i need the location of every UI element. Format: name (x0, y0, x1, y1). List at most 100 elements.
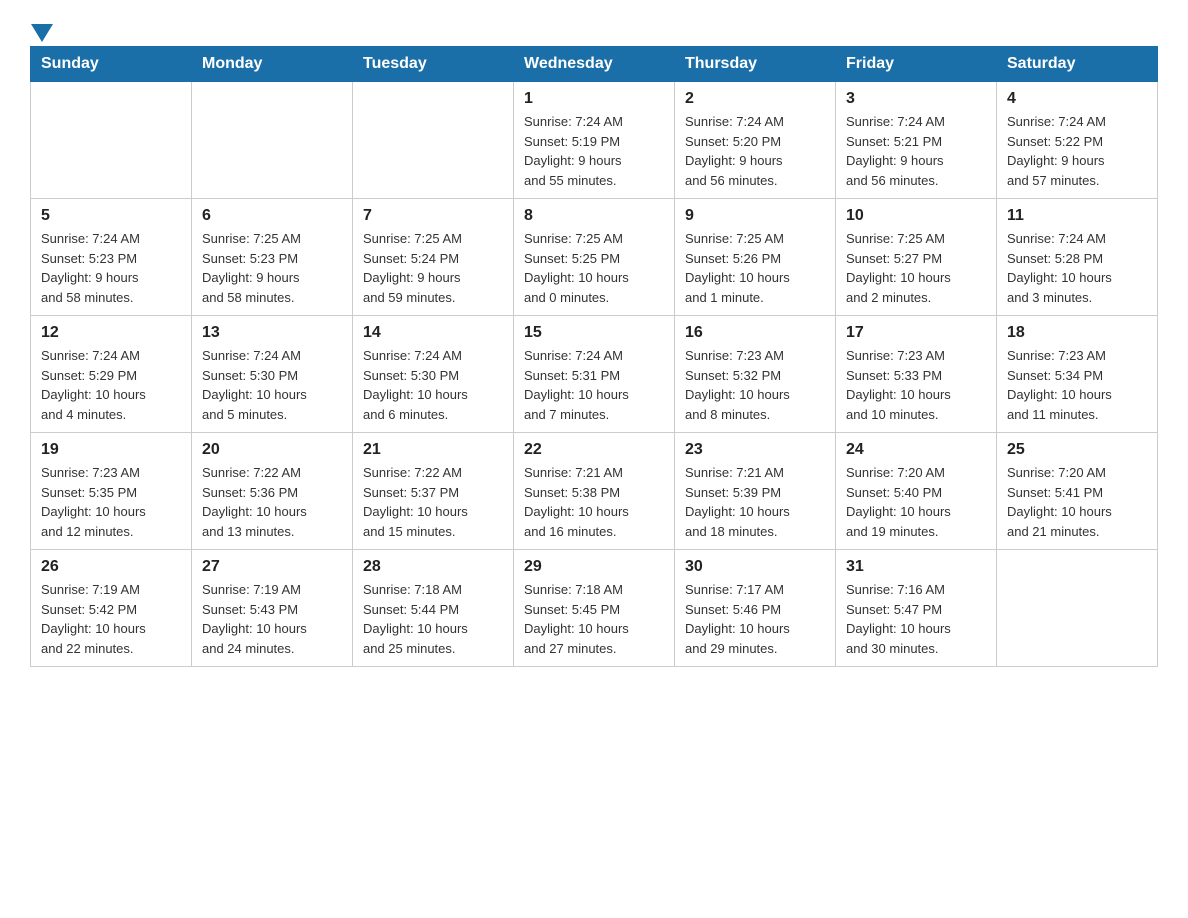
day-info: Sunrise: 7:25 AM Sunset: 5:27 PM Dayligh… (846, 229, 986, 307)
calendar-cell: 26 Sunrise: 7:19 AM Sunset: 5:42 PM Dayli… (31, 550, 192, 667)
day-info: Sunrise: 7:24 AM Sunset: 5:20 PM Dayligh… (685, 112, 825, 190)
week-row-2: 5 Sunrise: 7:24 AM Sunset: 5:23 PM Daylig… (31, 199, 1158, 316)
day-number: 5 (41, 207, 181, 225)
day-number: 31 (846, 558, 986, 576)
calendar-cell: 20 Sunrise: 7:22 AM Sunset: 5:36 PM Dayli… (192, 433, 353, 550)
day-number: 17 (846, 324, 986, 342)
day-info: Sunrise: 7:23 AM Sunset: 5:33 PM Dayligh… (846, 346, 986, 424)
day-number: 7 (363, 207, 503, 225)
day-info: Sunrise: 7:24 AM Sunset: 5:23 PM Dayligh… (41, 229, 181, 307)
day-number: 21 (363, 441, 503, 459)
day-number: 8 (524, 207, 664, 225)
logo (30, 20, 53, 36)
day-number: 6 (202, 207, 342, 225)
day-number: 28 (363, 558, 503, 576)
day-info: Sunrise: 7:24 AM Sunset: 5:22 PM Dayligh… (1007, 112, 1147, 190)
weekday-header-tuesday: Tuesday (353, 47, 514, 82)
day-info: Sunrise: 7:16 AM Sunset: 5:47 PM Dayligh… (846, 580, 986, 658)
week-row-3: 12 Sunrise: 7:24 AM Sunset: 5:29 PM Dayli… (31, 316, 1158, 433)
day-info: Sunrise: 7:25 AM Sunset: 5:24 PM Dayligh… (363, 229, 503, 307)
day-info: Sunrise: 7:24 AM Sunset: 5:30 PM Dayligh… (202, 346, 342, 424)
calendar-cell: 10 Sunrise: 7:25 AM Sunset: 5:27 PM Dayli… (836, 199, 997, 316)
day-info: Sunrise: 7:24 AM Sunset: 5:28 PM Dayligh… (1007, 229, 1147, 307)
calendar-cell: 30 Sunrise: 7:17 AM Sunset: 5:46 PM Dayli… (675, 550, 836, 667)
calendar-cell: 4 Sunrise: 7:24 AM Sunset: 5:22 PM Daylig… (997, 82, 1158, 199)
day-number: 15 (524, 324, 664, 342)
day-info: Sunrise: 7:22 AM Sunset: 5:36 PM Dayligh… (202, 463, 342, 541)
day-number: 10 (846, 207, 986, 225)
day-number: 13 (202, 324, 342, 342)
day-number: 22 (524, 441, 664, 459)
day-number: 4 (1007, 90, 1147, 108)
day-info: Sunrise: 7:19 AM Sunset: 5:43 PM Dayligh… (202, 580, 342, 658)
day-info: Sunrise: 7:18 AM Sunset: 5:45 PM Dayligh… (524, 580, 664, 658)
day-number: 18 (1007, 324, 1147, 342)
weekday-header-thursday: Thursday (675, 47, 836, 82)
calendar-cell: 29Sunrise: 7:18 AM Sunset: 5:45 PM Dayli… (514, 550, 675, 667)
calendar-cell: 18 Sunrise: 7:23 AM Sunset: 5:34 PM Dayli… (997, 316, 1158, 433)
day-info: Sunrise: 7:22 AM Sunset: 5:37 PM Dayligh… (363, 463, 503, 541)
day-info: Sunrise: 7:24 AM Sunset: 5:29 PM Dayligh… (41, 346, 181, 424)
day-number: 12 (41, 324, 181, 342)
day-info: Sunrise: 7:19 AM Sunset: 5:42 PM Dayligh… (41, 580, 181, 658)
calendar-cell: 9Sunrise: 7:25 AM Sunset: 5:26 PM Daylig… (675, 199, 836, 316)
calendar-cell: 2 Sunrise: 7:24 AM Sunset: 5:20 PM Daylig… (675, 82, 836, 199)
day-number: 23 (685, 441, 825, 459)
calendar-cell: 5 Sunrise: 7:24 AM Sunset: 5:23 PM Daylig… (31, 199, 192, 316)
calendar-cell: 13 Sunrise: 7:24 AM Sunset: 5:30 PM Dayli… (192, 316, 353, 433)
day-number: 14 (363, 324, 503, 342)
day-info: Sunrise: 7:23 AM Sunset: 5:34 PM Dayligh… (1007, 346, 1147, 424)
day-info: Sunrise: 7:18 AM Sunset: 5:44 PM Dayligh… (363, 580, 503, 658)
calendar-cell: 16 Sunrise: 7:23 AM Sunset: 5:32 PM Dayli… (675, 316, 836, 433)
calendar-cell: 27 Sunrise: 7:19 AM Sunset: 5:43 PM Dayli… (192, 550, 353, 667)
day-info: Sunrise: 7:24 AM Sunset: 5:31 PM Dayligh… (524, 346, 664, 424)
week-row-1: 1Sunrise: 7:24 AM Sunset: 5:19 PM Daylig… (31, 82, 1158, 199)
day-number: 25 (1007, 441, 1147, 459)
calendar-cell: 15 Sunrise: 7:24 AM Sunset: 5:31 PM Dayli… (514, 316, 675, 433)
weekday-header-saturday: Saturday (997, 47, 1158, 82)
day-info: Sunrise: 7:17 AM Sunset: 5:46 PM Dayligh… (685, 580, 825, 658)
calendar-cell (353, 82, 514, 199)
day-info: Sunrise: 7:25 AM Sunset: 5:25 PM Dayligh… (524, 229, 664, 307)
day-number: 24 (846, 441, 986, 459)
day-info: Sunrise: 7:21 AM Sunset: 5:38 PM Dayligh… (524, 463, 664, 541)
day-info: Sunrise: 7:20 AM Sunset: 5:40 PM Dayligh… (846, 463, 986, 541)
day-info: Sunrise: 7:20 AM Sunset: 5:41 PM Dayligh… (1007, 463, 1147, 541)
weekday-header-wednesday: Wednesday (514, 47, 675, 82)
calendar-cell: 19Sunrise: 7:23 AM Sunset: 5:35 PM Dayli… (31, 433, 192, 550)
calendar-cell (997, 550, 1158, 667)
calendar-cell (192, 82, 353, 199)
day-number: 20 (202, 441, 342, 459)
week-row-4: 19Sunrise: 7:23 AM Sunset: 5:35 PM Dayli… (31, 433, 1158, 550)
calendar-cell: 25 Sunrise: 7:20 AM Sunset: 5:41 PM Dayli… (997, 433, 1158, 550)
day-info: Sunrise: 7:25 AM Sunset: 5:23 PM Dayligh… (202, 229, 342, 307)
calendar-cell (31, 82, 192, 199)
calendar-cell: 14 Sunrise: 7:24 AM Sunset: 5:30 PM Dayli… (353, 316, 514, 433)
day-info: Sunrise: 7:23 AM Sunset: 5:32 PM Dayligh… (685, 346, 825, 424)
weekday-header-monday: Monday (192, 47, 353, 82)
day-number: 2 (685, 90, 825, 108)
day-number: 11 (1007, 207, 1147, 225)
day-info: Sunrise: 7:24 AM Sunset: 5:21 PM Dayligh… (846, 112, 986, 190)
day-number: 16 (685, 324, 825, 342)
calendar-cell: 3 Sunrise: 7:24 AM Sunset: 5:21 PM Daylig… (836, 82, 997, 199)
calendar-table: SundayMondayTuesdayWednesdayThursdayFrid… (30, 46, 1158, 667)
day-info: Sunrise: 7:24 AM Sunset: 5:30 PM Dayligh… (363, 346, 503, 424)
calendar-cell: 31 Sunrise: 7:16 AM Sunset: 5:47 PM Dayli… (836, 550, 997, 667)
calendar-cell: 6 Sunrise: 7:25 AM Sunset: 5:23 PM Daylig… (192, 199, 353, 316)
day-number: 27 (202, 558, 342, 576)
weekday-header-row: SundayMondayTuesdayWednesdayThursdayFrid… (31, 47, 1158, 82)
calendar-cell: 22 Sunrise: 7:21 AM Sunset: 5:38 PM Dayli… (514, 433, 675, 550)
day-info: Sunrise: 7:23 AM Sunset: 5:35 PM Dayligh… (41, 463, 181, 541)
day-number: 30 (685, 558, 825, 576)
weekday-header-friday: Friday (836, 47, 997, 82)
day-number: 3 (846, 90, 986, 108)
calendar-cell: 24 Sunrise: 7:20 AM Sunset: 5:40 PM Dayli… (836, 433, 997, 550)
calendar-cell: 21 Sunrise: 7:22 AM Sunset: 5:37 PM Dayli… (353, 433, 514, 550)
day-number: 26 (41, 558, 181, 576)
week-row-5: 26 Sunrise: 7:19 AM Sunset: 5:42 PM Dayli… (31, 550, 1158, 667)
calendar-cell: 7 Sunrise: 7:25 AM Sunset: 5:24 PM Daylig… (353, 199, 514, 316)
day-info: Sunrise: 7:24 AM Sunset: 5:19 PM Dayligh… (524, 112, 664, 190)
day-number: 9 (685, 207, 825, 225)
calendar-cell: 23Sunrise: 7:21 AM Sunset: 5:39 PM Dayli… (675, 433, 836, 550)
